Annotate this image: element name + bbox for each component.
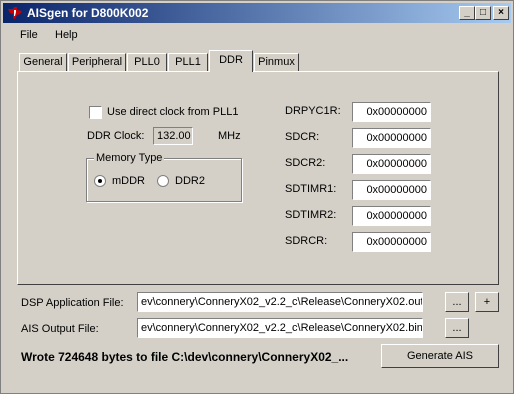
register-label-sdrcr: SDRCR: <box>285 235 328 247</box>
ddr-clock-label: DDR Clock: <box>87 130 145 142</box>
mddr-radio[interactable] <box>94 175 106 187</box>
radio-selected-dot <box>98 179 102 183</box>
mddr-label: mDDR <box>112 175 145 187</box>
tab-pinmux[interactable]: Pinmux <box>254 53 299 71</box>
register-label-drpyc1r: DRPYC1R: <box>285 105 341 117</box>
ddr-clock-unit: MHz <box>218 130 241 142</box>
maximize-button[interactable]: □ <box>475 6 491 20</box>
register-field-drpyc1r[interactable]: 0x00000000 <box>352 102 431 122</box>
menu-file[interactable]: File <box>20 29 38 41</box>
menu-bar: File Help <box>3 25 511 45</box>
register-field-sdtimr1[interactable]: 0x00000000 <box>352 180 431 200</box>
ddr2-radio[interactable] <box>157 175 169 187</box>
use-direct-clock-label: Use direct clock from PLL1 <box>107 106 239 118</box>
use-direct-clock-checkbox[interactable] <box>89 106 102 119</box>
close-button[interactable]: × <box>493 6 509 20</box>
register-field-sdrcr[interactable]: 0x00000000 <box>352 232 431 252</box>
register-field-sdcr2[interactable]: 0x00000000 <box>352 154 431 174</box>
tab-peripheral[interactable]: Peripheral <box>68 53 126 71</box>
register-field-sdtimr2[interactable]: 0x00000000 <box>352 206 431 226</box>
tab-pll1[interactable]: PLL1 <box>168 53 208 71</box>
ais-browse-button[interactable]: ... <box>445 318 469 338</box>
dsp-add-button[interactable]: + <box>475 292 499 312</box>
menu-help[interactable]: Help <box>55 29 78 41</box>
register-label-sdtimr1: SDTIMR1: <box>285 183 337 195</box>
ais-output-file-label: AIS Output File: <box>21 323 99 335</box>
register-label-sdcr2: SDCR2: <box>285 157 326 169</box>
app-window: AISgen for D800K002 _ □ × File Help Gene… <box>0 0 514 394</box>
tab-ddr[interactable]: DDR <box>209 50 253 72</box>
ti-logo-icon <box>8 7 22 19</box>
ddr2-label: DDR2 <box>175 175 205 187</box>
title-bar[interactable]: AISgen for D800K002 _ □ × <box>3 3 511 23</box>
ddr-clock-field: 132.00 <box>153 127 193 145</box>
tab-general[interactable]: General <box>19 53 67 71</box>
tab-pll0[interactable]: PLL0 <box>127 53 167 71</box>
dsp-browse-button[interactable]: ... <box>445 292 469 312</box>
generate-ais-button[interactable]: Generate AIS <box>381 344 499 368</box>
register-field-sdcr[interactable]: 0x00000000 <box>352 128 431 148</box>
status-message: Wrote 724648 bytes to file C:\dev\conner… <box>21 350 349 364</box>
ais-output-file-input[interactable]: ev\connery\ConneryX02_v2.2_c\Release\Con… <box>137 318 423 338</box>
minimize-button[interactable]: _ <box>459 6 475 20</box>
register-label-sdcr: SDCR: <box>285 131 320 143</box>
dsp-application-file-input[interactable]: ev\connery\ConneryX02_v2.2_c\Release\Con… <box>137 292 423 312</box>
window-title: AISgen for D800K002 <box>27 6 149 20</box>
memory-type-legend: Memory Type <box>94 152 165 164</box>
register-label-sdtimr2: SDTIMR2: <box>285 209 337 221</box>
dsp-application-file-label: DSP Application File: <box>21 297 124 309</box>
